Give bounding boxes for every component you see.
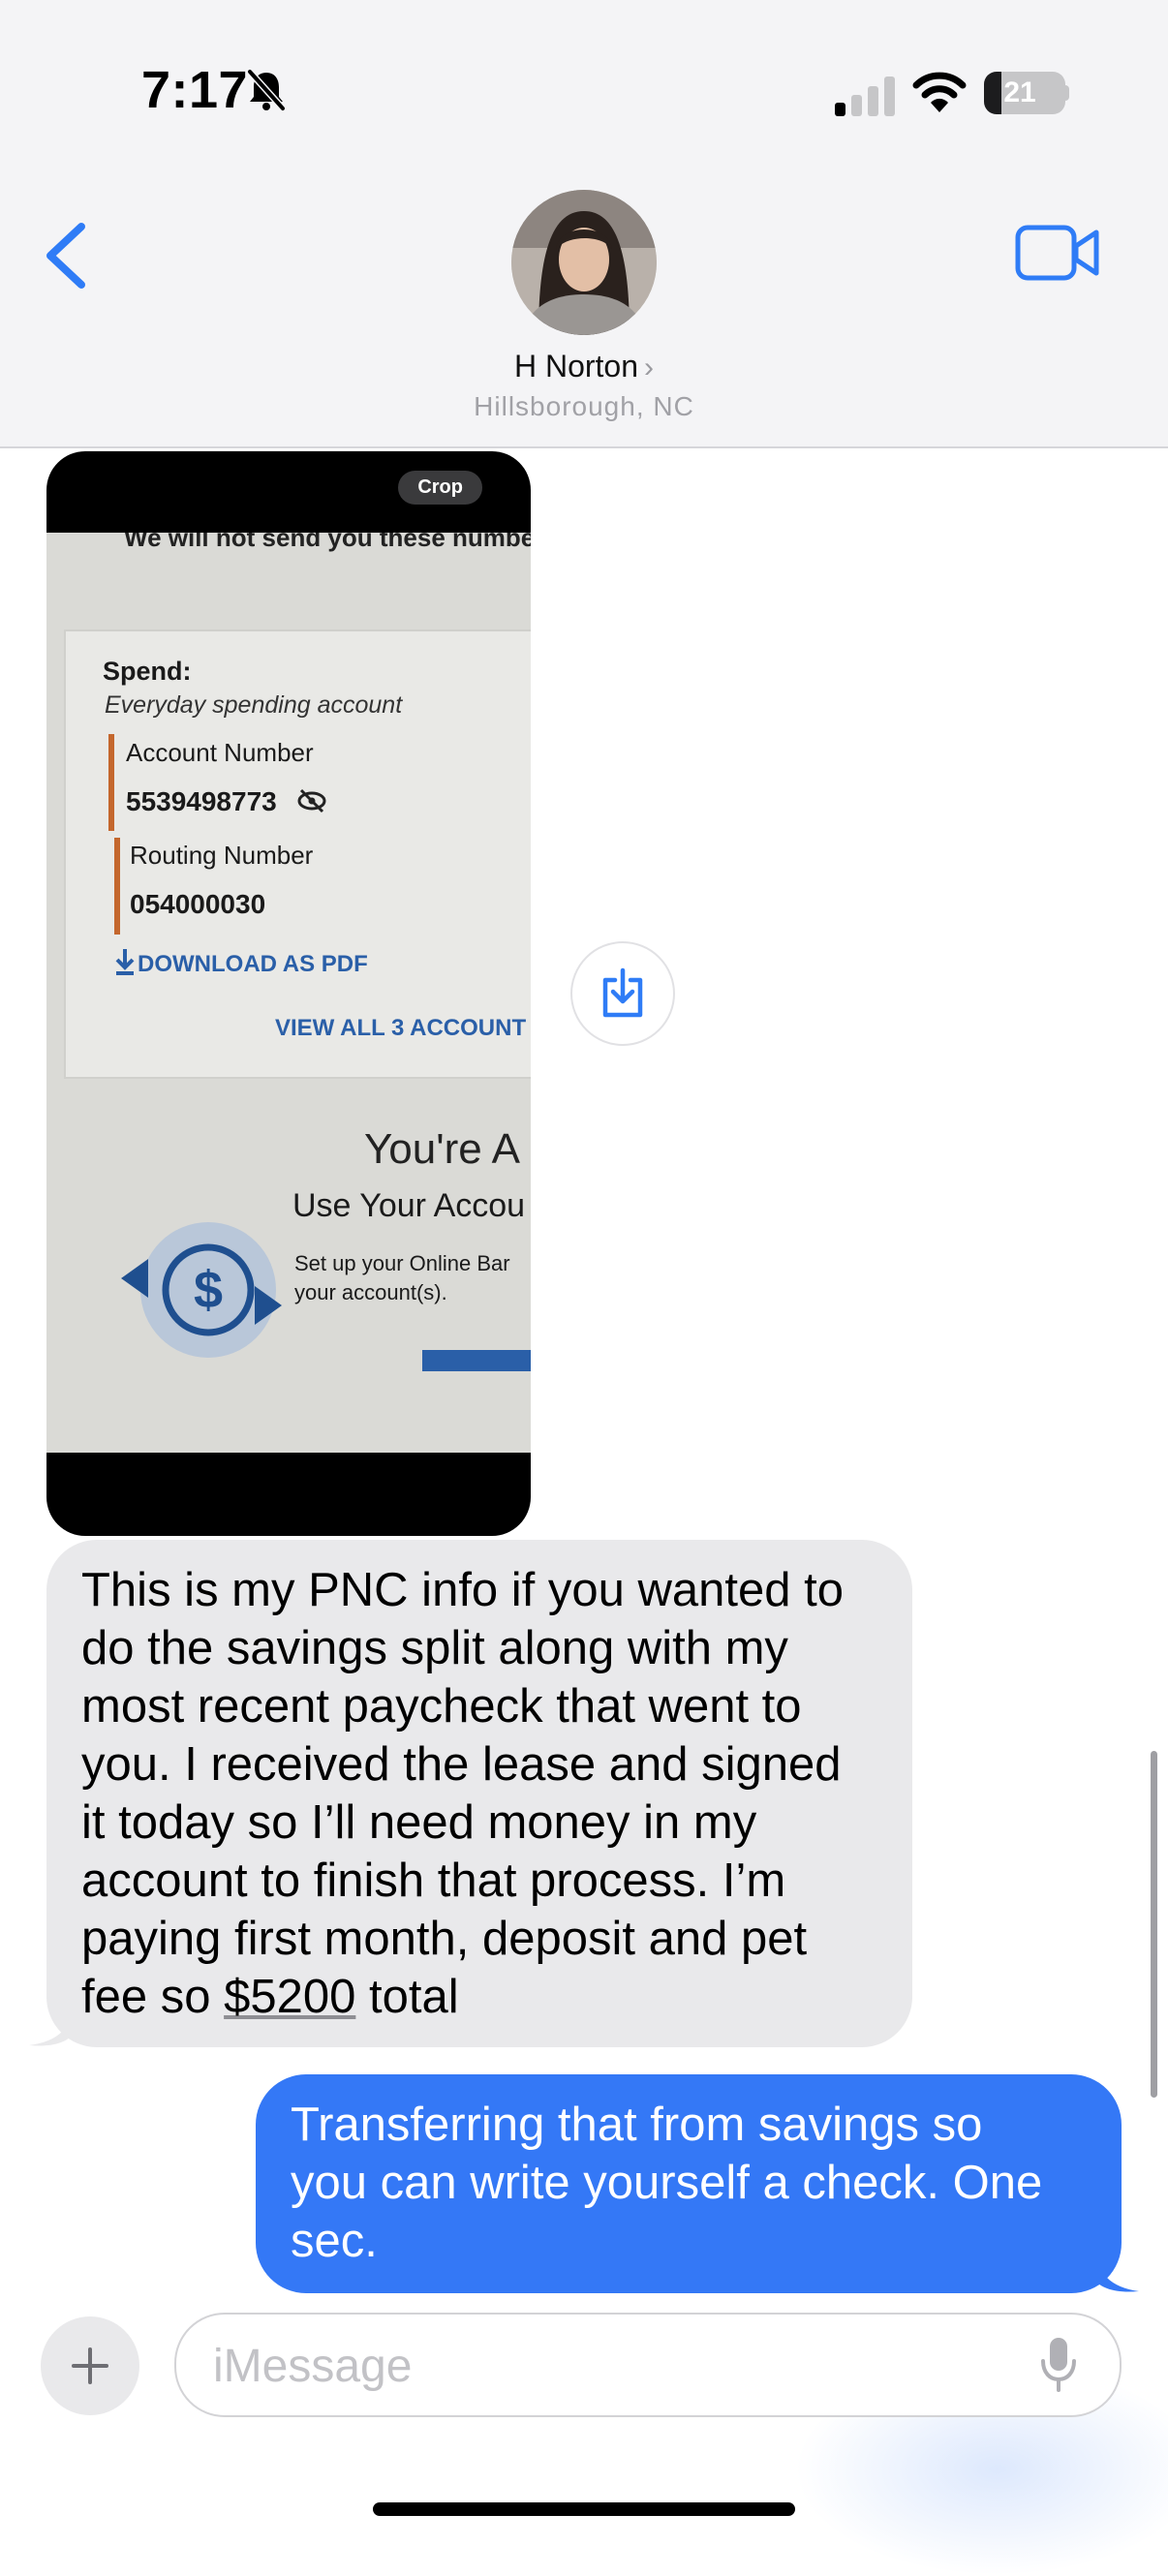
routing-number-label: Routing Number	[130, 841, 314, 870]
photo-blue-strip	[422, 1350, 531, 1371]
routing-number-value: 054000030	[130, 889, 266, 919]
home-indicator[interactable]	[373, 2502, 795, 2516]
crop-button[interactable]: Crop	[398, 471, 482, 505]
photo-content: We will not send you these numbe Spend: …	[46, 533, 531, 1453]
back-chevron-icon[interactable]	[39, 219, 93, 292]
use-account-heading: Use Your Accou	[292, 1187, 526, 1224]
routing-accent-bar	[114, 838, 120, 935]
chevron-right-icon: ›	[644, 352, 655, 383]
microphone-icon[interactable]	[1036, 2336, 1081, 2394]
contact-location: Hillsborough, NC	[474, 391, 694, 421]
setup-text-line1: Set up your Online Bar	[294, 1251, 510, 1275]
imessage-input[interactable]: iMessage	[174, 2313, 1122, 2417]
status-bar: 7:17 21	[0, 0, 1168, 184]
account-number-value: 5539498773	[126, 786, 277, 816]
battery-icon: 21	[984, 72, 1065, 114]
spend-subtitle: Everyday spending account	[105, 691, 403, 719]
outgoing-message-text: Transferring that from savings so you ca…	[291, 2099, 1043, 2267]
bell-slash-icon	[247, 69, 286, 111]
contact-name-button[interactable]: H Norton ›	[0, 349, 1168, 384]
svg-text:$: $	[194, 1261, 223, 1319]
incoming-message-text: This is my PNC info if you wanted to do …	[81, 1561, 895, 2026]
contact-name: H Norton	[513, 349, 639, 383]
account-accent-bar	[108, 734, 114, 831]
view-all-accounts-link: VIEW ALL 3 ACCOUNT	[275, 1015, 527, 1041]
dollar-transfer-icon: $	[121, 1222, 282, 1358]
avatar[interactable]	[511, 190, 657, 335]
download-pdf-link: DOWNLOAD AS PDF	[138, 951, 368, 977]
outgoing-message-bubble[interactable]: Transferring that from savings so you ca…	[256, 2074, 1122, 2293]
download-arrow-icon	[115, 949, 135, 975]
save-photo-button[interactable]	[570, 941, 675, 1046]
youre-heading: You're A	[364, 1125, 520, 1173]
status-time: 7:17	[141, 61, 249, 119]
photo-cut-text: We will not send you these numbe	[124, 533, 531, 552]
eye-slash-icon	[297, 788, 326, 813]
wifi-icon	[912, 72, 967, 112]
setup-text-line2: your account(s).	[294, 1280, 447, 1304]
amount-data-detector[interactable]: $5200	[224, 1971, 355, 2023]
battery-nub	[1063, 85, 1069, 101]
save-download-icon	[602, 967, 643, 1018]
account-number-label: Account Number	[126, 738, 314, 767]
message-text-part: This is my PNC info if you wanted to do …	[81, 1564, 845, 2023]
photo-message[interactable]: We will not send you these numbe Spend: …	[46, 451, 531, 1536]
imessage-placeholder: iMessage	[213, 2341, 413, 2392]
battery-percent: 21	[1003, 77, 1036, 108]
cellular-signal-icon	[835, 77, 895, 116]
incoming-message-bubble[interactable]: This is my PNC info if you wanted to do …	[46, 1540, 912, 2047]
spend-label: Spend:	[103, 657, 192, 686]
video-camera-icon[interactable]	[1015, 223, 1100, 283]
apps-plus-button[interactable]	[41, 2316, 139, 2415]
message-text-part: total	[355, 1971, 459, 2023]
scroll-indicator[interactable]	[1151, 1751, 1157, 2098]
plus-icon	[72, 2347, 108, 2384]
